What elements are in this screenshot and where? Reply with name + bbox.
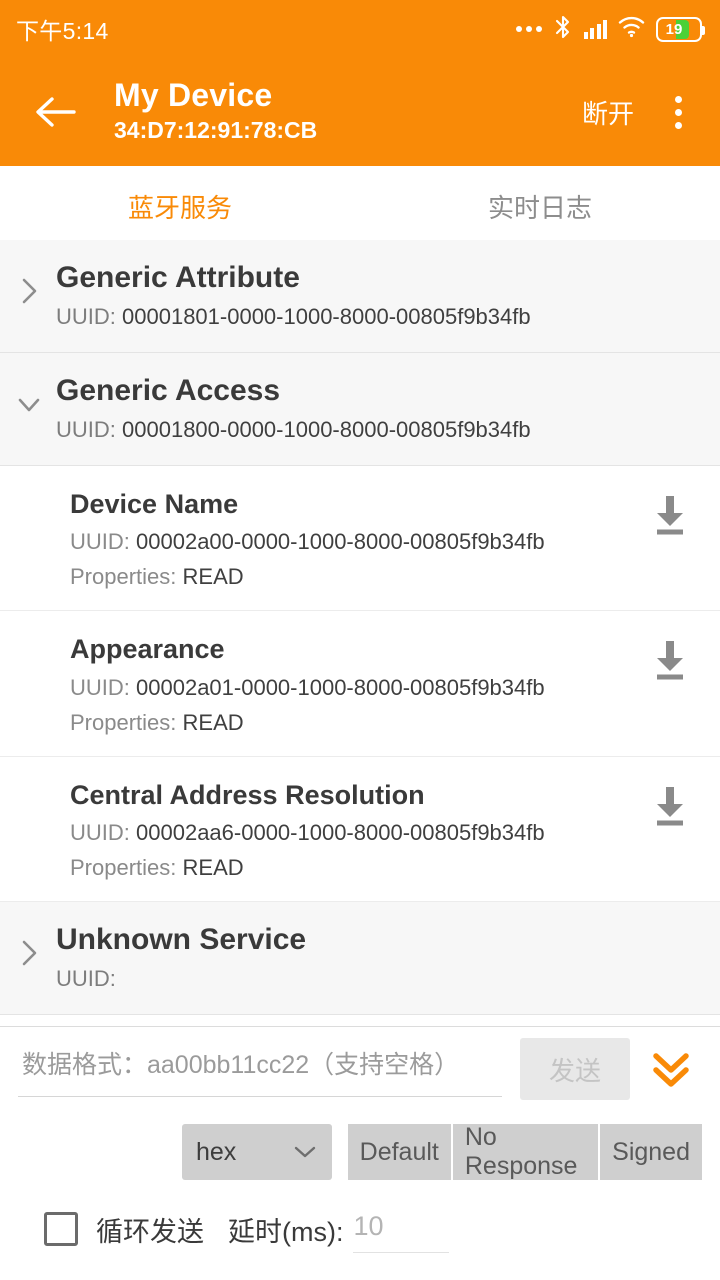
uuid-value: 00001801-0000-1000-8000-00805f9b34fb: [122, 304, 531, 329]
properties-label: Properties:: [70, 709, 177, 735]
app-root: 下午5:14 19 My Device 34:D7:12:91:78:CB 断开…: [0, 0, 720, 1280]
write-mode-default[interactable]: Default: [347, 1124, 453, 1180]
loop-send-row: 循环发送 延时(ms):: [18, 1197, 702, 1261]
service-name: Generic Attribute: [56, 261, 300, 294]
tab-label: 蓝牙服务: [127, 193, 232, 223]
download-read-icon[interactable]: [644, 633, 696, 685]
write-mode-signed[interactable]: Signed: [600, 1124, 702, 1180]
characteristic-properties: Properties: READ: [0, 564, 720, 590]
characteristic-row[interactable]: Appearance UUID: 00002a01-0000-1000-8000…: [0, 611, 720, 757]
device-address: 34:D7:12:91:78:CB: [114, 116, 318, 143]
uuid-value: 00002aa6-0000-1000-8000-00805f9b34fb: [136, 820, 545, 846]
write-panel: 发送 hex Default No Response Si: [0, 1026, 720, 1280]
loop-send-label: 循环发送: [96, 1216, 204, 1247]
double-chevron-down-icon[interactable]: [640, 1038, 702, 1100]
disconnect-button[interactable]: 断开: [574, 84, 642, 141]
tab-realtime-log[interactable]: 实时日志: [360, 166, 720, 247]
characteristic-name: Central Address Resolution: [70, 779, 425, 810]
properties-value: READ: [182, 855, 244, 881]
tab-bar: 蓝牙服务 实时日志: [0, 166, 720, 248]
back-arrow-icon[interactable]: [28, 84, 84, 140]
characteristic-name: Appearance: [70, 634, 225, 665]
app-bar-titles: My Device 34:D7:12:91:78:CB: [114, 77, 574, 146]
download-read-icon[interactable]: [644, 779, 696, 831]
kebab-menu-icon[interactable]: [656, 95, 700, 129]
properties-label: Properties:: [70, 564, 177, 590]
uuid-label: UUID:: [70, 529, 130, 555]
status-time: 下午5:14: [16, 18, 109, 44]
service-uuid: UUID: 00001801-0000-1000-8000-00805f9b34…: [0, 304, 720, 330]
bluetooth-icon: [553, 14, 573, 45]
send-button[interactable]: 发送: [520, 1038, 630, 1100]
write-mode-segments: Default No Response Signed: [347, 1123, 702, 1180]
service-name: Unknown Service: [56, 923, 307, 957]
tab-bluetooth-services[interactable]: 蓝牙服务: [0, 166, 360, 247]
uuid-label: UUID:: [56, 304, 116, 329]
properties-value: READ: [182, 564, 244, 590]
characteristic-name: Device Name: [70, 489, 239, 519]
download-read-icon[interactable]: [644, 488, 696, 540]
service-row[interactable]: Generic Access UUID: 00001800-0000-1000-…: [0, 353, 720, 466]
write-options-row: hex Default No Response Signed: [18, 1117, 702, 1187]
characteristic-row[interactable]: Central Address Resolution UUID: 00002aa…: [0, 756, 720, 903]
characteristic-uuid: UUID: 00002aa6-0000-1000-8000-00805f9b34…: [0, 820, 720, 846]
service-row[interactable]: Unknown Service UUID:: [0, 902, 720, 1016]
uuid-label: UUID:: [56, 966, 116, 992]
characteristic-uuid: UUID: 00002a00-0000-1000-8000-00805f9b34…: [0, 529, 720, 555]
characteristic-row[interactable]: Device Name UUID: 00002a00-0000-1000-800…: [0, 466, 720, 612]
wifi-icon: [618, 15, 645, 43]
chevron-right-icon: [16, 274, 42, 313]
service-uuid: UUID:: [0, 966, 720, 992]
service-uuid: UUID: 00001800-0000-1000-8000-00805f9b34…: [0, 417, 720, 443]
chevron-down-icon: [292, 1138, 318, 1167]
characteristic-properties: Properties: READ: [0, 710, 720, 736]
service-row[interactable]: Generic Attribute UUID: 00001801-0000-10…: [0, 240, 720, 353]
uuid-value: 00002a00-0000-1000-8000-00805f9b34fb: [136, 529, 545, 555]
properties-value: READ: [182, 709, 244, 735]
chevron-right-icon: [16, 936, 42, 975]
service-name: Generic Access: [56, 374, 281, 407]
delay-input[interactable]: [353, 1205, 450, 1253]
cellular-signal-icon: [583, 19, 607, 39]
data-input[interactable]: [18, 1041, 502, 1097]
page-title: My Device: [114, 77, 273, 114]
more-dots-icon: [515, 26, 542, 32]
status-bar: 下午5:14 19: [0, 0, 720, 58]
uuid-label: UUID:: [70, 674, 130, 700]
delay-label: 延时(ms):: [228, 1216, 344, 1247]
properties-label: Properties:: [70, 855, 177, 881]
loop-send-checkbox[interactable]: [44, 1212, 78, 1246]
uuid-label: UUID:: [56, 417, 116, 442]
tab-label: 实时日志: [487, 193, 592, 223]
uuid-value: 00002a01-0000-1000-8000-00805f9b34fb: [136, 674, 545, 700]
chevron-down-icon: [16, 387, 42, 426]
uuid-label: UUID:: [70, 820, 130, 846]
format-select-value: hex: [196, 1137, 237, 1166]
uuid-value: 00001800-0000-1000-8000-00805f9b34fb: [122, 417, 531, 442]
battery-icon: 19: [656, 16, 705, 42]
status-icons: 19: [515, 14, 705, 45]
characteristic-uuid: UUID: 00002a01-0000-1000-8000-00805f9b34…: [0, 675, 720, 701]
write-input-row: 发送: [18, 1027, 702, 1105]
characteristic-properties: Properties: READ: [0, 855, 720, 881]
format-select[interactable]: hex: [182, 1124, 332, 1180]
battery-level: 19: [665, 20, 683, 38]
app-bar: My Device 34:D7:12:91:78:CB 断开: [0, 58, 720, 166]
write-mode-no-response[interactable]: No Response: [452, 1123, 601, 1180]
